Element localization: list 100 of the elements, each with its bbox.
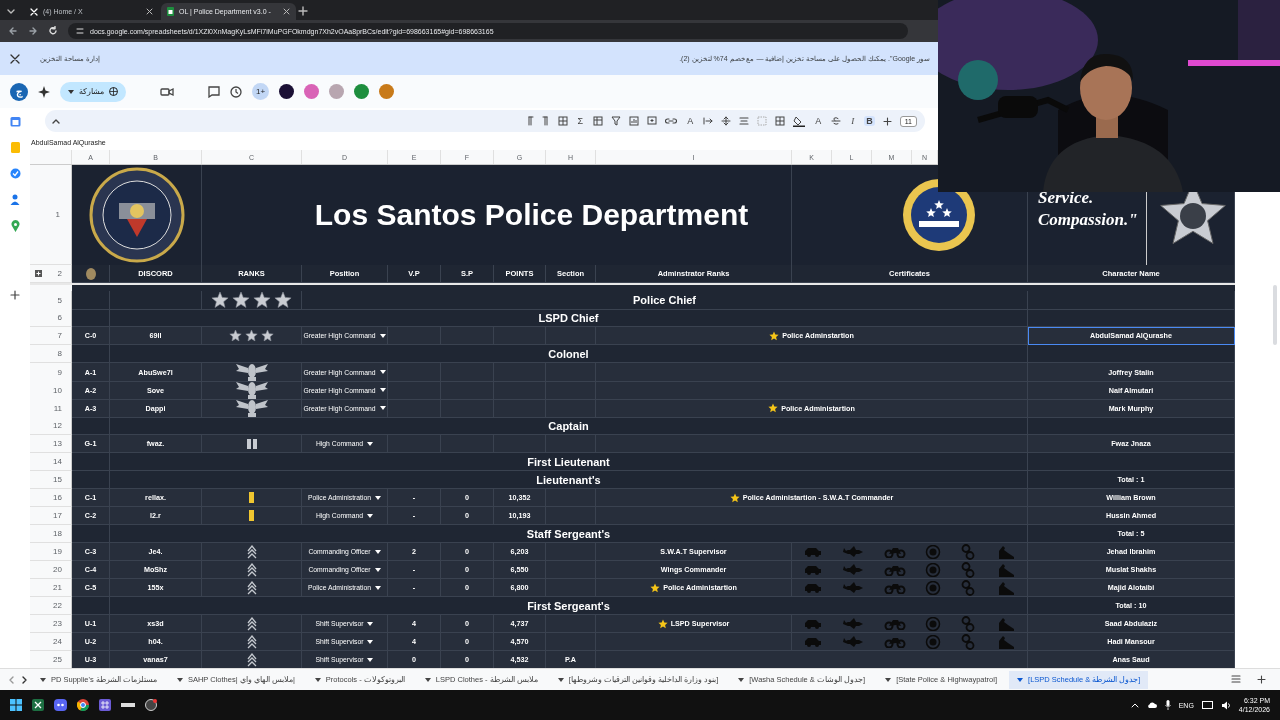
lieutenant-bar-icon xyxy=(249,492,254,503)
map-pin-icon[interactable] xyxy=(10,220,20,232)
row-number: 22 xyxy=(30,597,72,615)
scrollbar[interactable] xyxy=(1273,285,1277,345)
comment-icon[interactable] xyxy=(208,85,220,98)
plane-icon xyxy=(842,564,864,575)
x-logo-icon xyxy=(30,7,38,16)
table-icon[interactable] xyxy=(593,116,604,126)
expand-group-icon[interactable] xyxy=(35,270,42,277)
add-sheet-icon[interactable] xyxy=(1257,675,1266,684)
star-icon xyxy=(229,329,242,342)
new-tab-icon[interactable] xyxy=(298,6,308,16)
tasks-icon[interactable] xyxy=(9,168,21,179)
car-icon xyxy=(804,564,823,575)
caret-icon xyxy=(68,89,74,94)
close-icon[interactable] xyxy=(146,8,153,15)
rtl-icon[interactable] xyxy=(525,116,534,126)
caret-icon xyxy=(375,585,382,590)
row-number: 6 xyxy=(30,309,72,327)
row-number: 23 xyxy=(30,615,72,633)
badge-icon xyxy=(925,544,942,559)
network-icon[interactable] xyxy=(1201,700,1213,710)
camera-app-icon[interactable] xyxy=(145,699,157,711)
grid-app-icon[interactable] xyxy=(99,699,111,711)
car-icon xyxy=(804,546,823,557)
spreadsheet-app-icon[interactable] xyxy=(32,699,44,711)
motorcycle-icon xyxy=(883,635,906,648)
account-avatar[interactable]: ج xyxy=(10,82,28,101)
handcuffs-icon xyxy=(960,615,975,632)
badge-icon xyxy=(925,580,942,595)
caret-icon xyxy=(379,333,386,338)
motorcycle-icon xyxy=(883,545,906,558)
caret-icon xyxy=(367,639,374,644)
caret-icon xyxy=(367,657,374,662)
plus-icon[interactable] xyxy=(10,290,20,300)
scroll-right-icon[interactable] xyxy=(20,675,28,684)
fill-color-icon[interactable] xyxy=(793,115,806,127)
caret-icon xyxy=(379,406,386,410)
caret-icon xyxy=(375,495,382,500)
back-icon[interactable] xyxy=(8,26,18,36)
row-number: 18 xyxy=(30,525,72,543)
caret-icon xyxy=(557,677,564,682)
scroll-left-icon[interactable] xyxy=(8,675,16,684)
collaborator-avatar[interactable] xyxy=(279,84,294,99)
plane-icon xyxy=(842,546,864,557)
plane-icon xyxy=(842,618,864,629)
close-icon[interactable] xyxy=(10,53,20,64)
borders-icon[interactable] xyxy=(775,116,786,126)
increase-size-icon[interactable] xyxy=(882,116,892,126)
share-button[interactable]: مشاركة xyxy=(60,81,126,102)
plane-icon xyxy=(842,582,864,593)
volume-icon[interactable] xyxy=(1220,700,1231,710)
car-icon xyxy=(804,618,823,629)
ltr-icon[interactable] xyxy=(541,116,550,126)
row-number: 8 xyxy=(30,345,72,363)
chart-icon[interactable] xyxy=(629,116,640,126)
text-color-button[interactable]: A xyxy=(685,116,696,126)
microphone-icon[interactable] xyxy=(1164,700,1171,710)
text-direction-icon[interactable] xyxy=(703,116,714,126)
row-number: 19 xyxy=(30,543,72,561)
functions-button[interactable]: Σ xyxy=(575,116,586,126)
caret-icon xyxy=(379,388,386,392)
sparkle-icon[interactable] xyxy=(38,85,50,98)
browser-icon[interactable] xyxy=(77,699,89,711)
freeze-icon[interactable] xyxy=(557,116,568,126)
row-number: 20 xyxy=(30,561,72,579)
collaborator-count[interactable]: 1+ xyxy=(252,83,269,100)
handcuffs-icon xyxy=(960,633,975,650)
caret-icon xyxy=(374,567,381,572)
row-number: 13 xyxy=(30,435,72,453)
cloud-icon[interactable] xyxy=(1146,701,1157,709)
strikethrough-icon[interactable] xyxy=(831,116,842,126)
contacts-icon[interactable] xyxy=(10,194,20,205)
vertical-align-icon[interactable] xyxy=(721,116,732,126)
reload-icon[interactable] xyxy=(48,26,58,36)
video-call-icon[interactable] xyxy=(160,86,174,97)
badge-icon xyxy=(925,562,942,577)
motorcycle-icon xyxy=(883,617,906,630)
eagle-insignia-icon xyxy=(233,399,270,417)
forward-icon[interactable] xyxy=(28,26,38,36)
row-number: 2 xyxy=(30,265,72,283)
stream-app-icon[interactable] xyxy=(121,701,135,709)
badge-icon xyxy=(925,616,942,631)
windows-icon[interactable] xyxy=(10,699,22,711)
filter-icon[interactable] xyxy=(611,116,622,126)
caret-icon xyxy=(176,677,183,682)
bold-button[interactable]: B xyxy=(864,116,875,126)
italic-button[interactable]: I xyxy=(849,116,857,126)
caret-icon xyxy=(314,677,321,682)
badge-icon xyxy=(925,634,942,649)
text-style-button[interactable]: A xyxy=(813,116,824,126)
calendar-icon[interactable] xyxy=(9,116,21,127)
link-icon[interactable] xyxy=(665,116,678,126)
globe-icon xyxy=(109,87,118,96)
star-icon xyxy=(245,329,258,342)
chat-app-icon[interactable] xyxy=(54,699,67,711)
tray-chevron-icon[interactable] xyxy=(1130,701,1139,709)
close-icon[interactable] xyxy=(283,8,290,15)
comment-add-icon[interactable] xyxy=(647,116,658,126)
history-icon[interactable] xyxy=(230,85,242,98)
